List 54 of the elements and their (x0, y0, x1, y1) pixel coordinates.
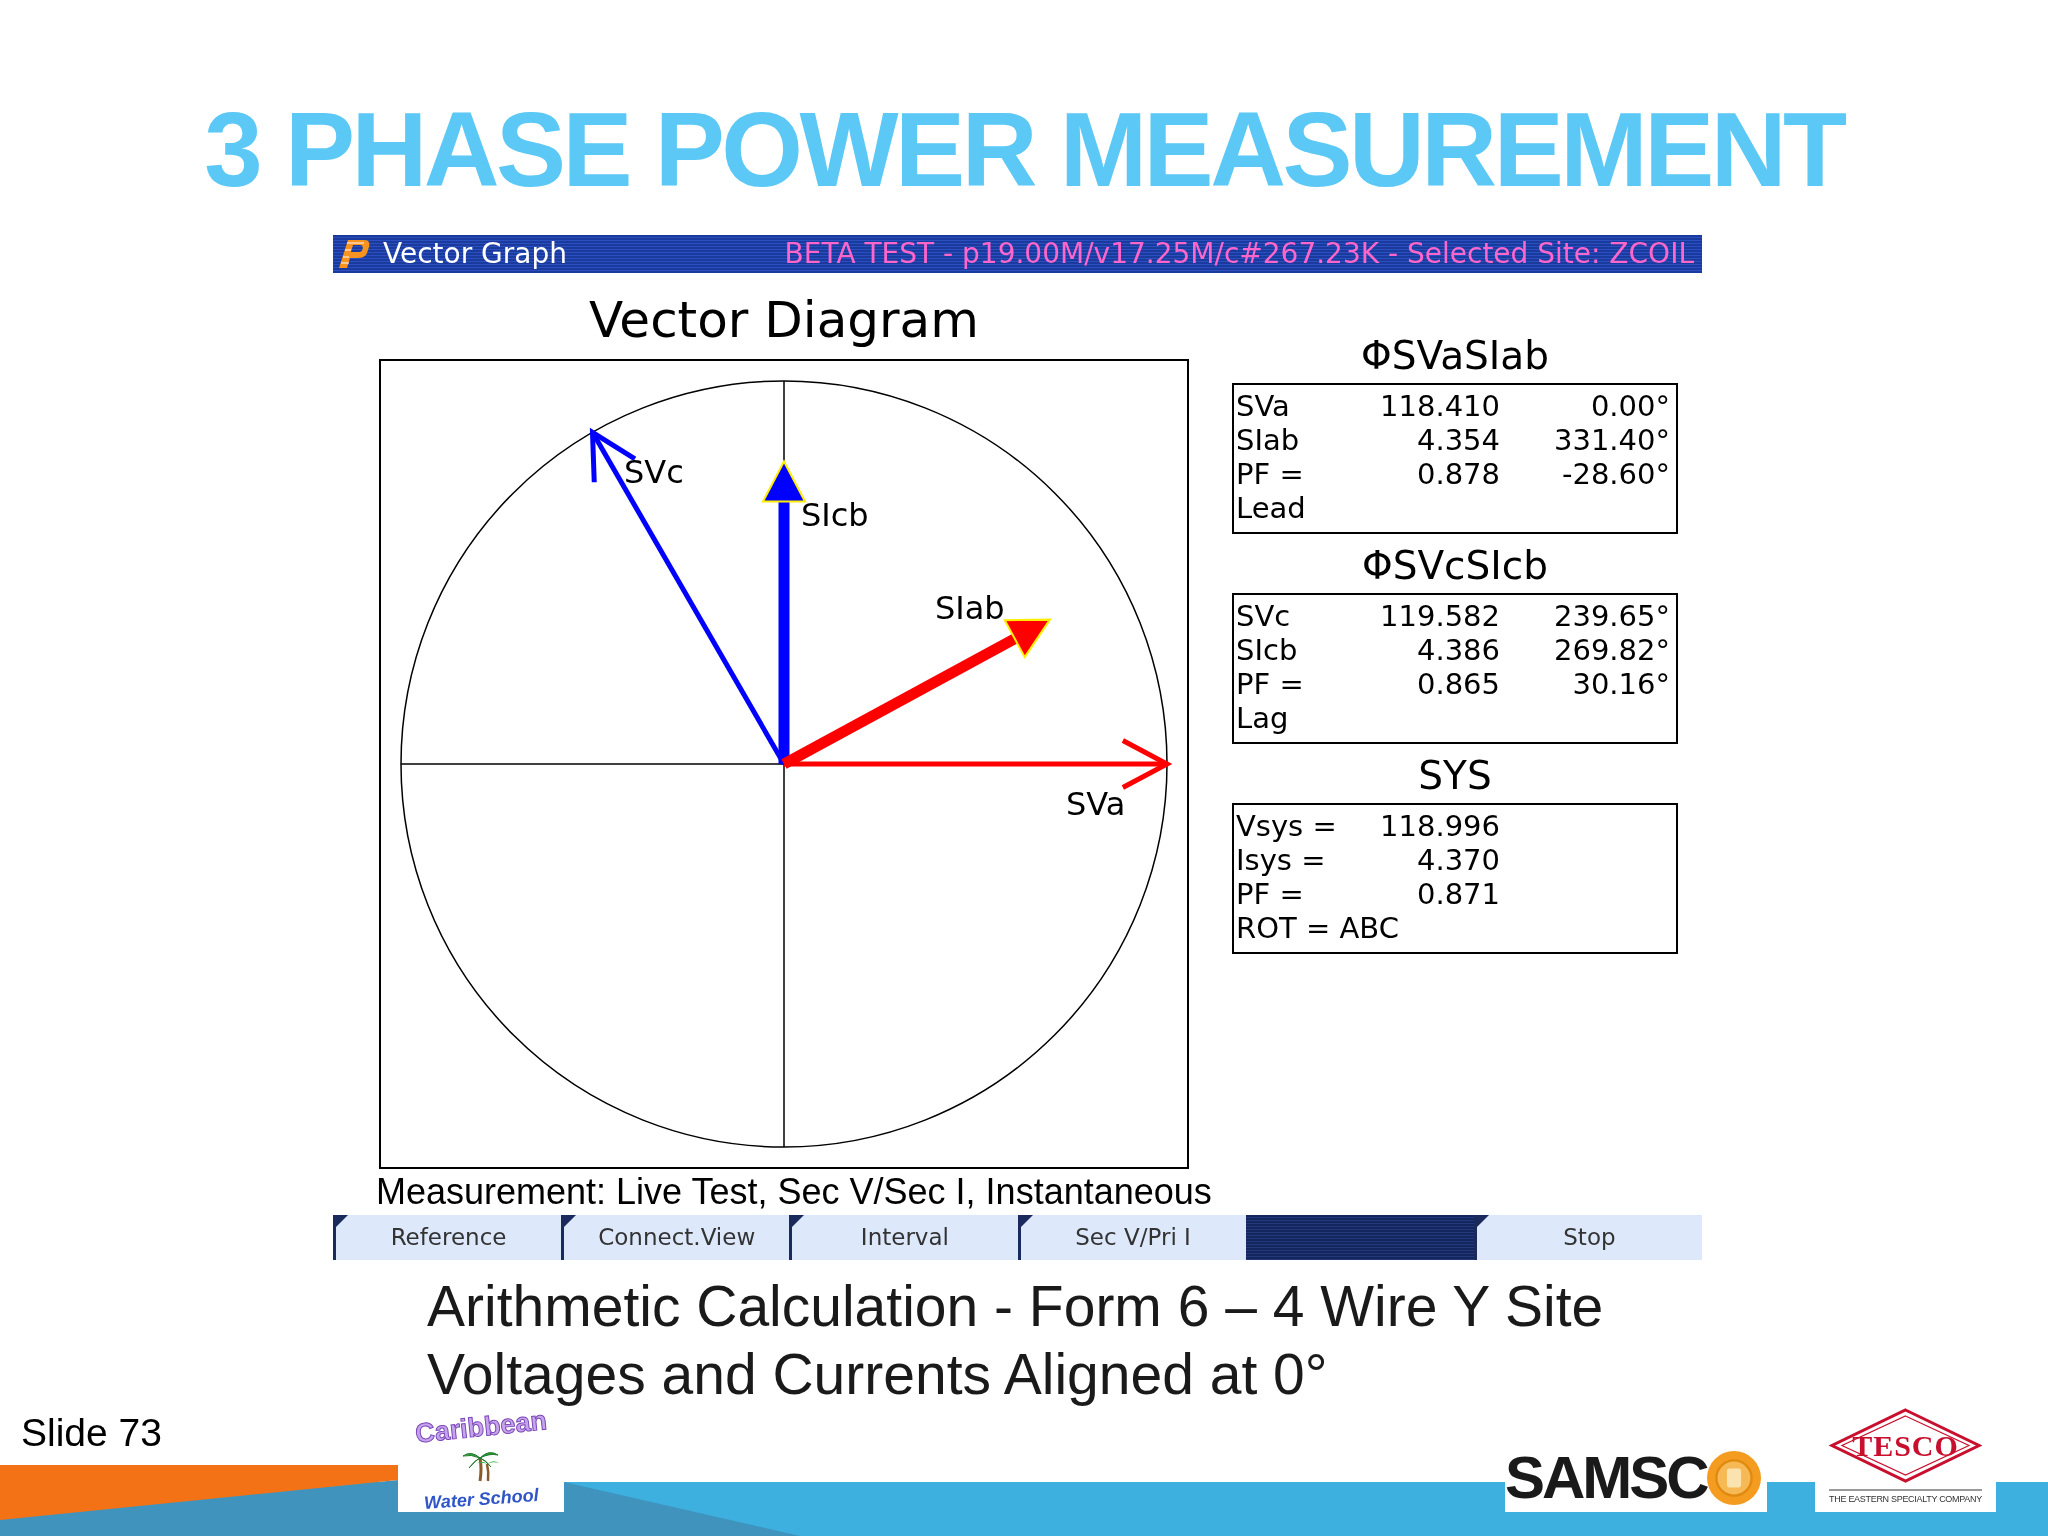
softkey-button[interactable]: Reference (333, 1215, 562, 1260)
readout-cell-text: 118.996 (1379, 809, 1500, 843)
readout-title: ΦSVcSIcb (1361, 542, 1549, 590)
readout-cell-text: 269.82° (1553, 633, 1670, 667)
diagram-title: Vector Diagram (588, 290, 980, 351)
coin-icon (1706, 1451, 1761, 1505)
softkey-button[interactable]: Interval (789, 1215, 1018, 1260)
logo-wordmark: SAMSC (1505, 1447, 1707, 1509)
softkey-button[interactable]: Sec V/Pri I (1017, 1215, 1246, 1260)
softkey-button[interactable]: Connect.View (561, 1215, 790, 1260)
readout-cell-text: PF = (1236, 457, 1305, 491)
logo-text: Caribbean (413, 1405, 549, 1449)
readout-cell-text: 0.871 (1415, 877, 1500, 911)
logo-wordmark: TESCO (1852, 1430, 1959, 1461)
vector-label: SVa (1066, 785, 1126, 823)
vector-label: SVc (624, 453, 684, 491)
app-logo-icon (337, 239, 371, 269)
readout-cell-text: 4.354 (1415, 423, 1500, 457)
readout-cell-text: Isys = (1236, 843, 1327, 877)
logo-text: Water School (423, 1484, 539, 1514)
readout-cell-text: ROT = ABC (1236, 911, 1400, 945)
readout-cell-text: SIab (1236, 423, 1301, 457)
readout-title: ΦSVaSIab (1360, 332, 1550, 380)
softkey-button[interactable]: Stop (1473, 1215, 1702, 1260)
readout-cell-text: -28.60° (1561, 457, 1670, 491)
readout-cell-text: SVa (1236, 389, 1291, 423)
logo-tagline: THE EASTERN SPECIALTY COMPANY (1829, 1489, 1982, 1504)
readout-cell-text: Lead (1236, 491, 1307, 525)
readout-cell-text: 4.386 (1415, 633, 1500, 667)
caption-line: Voltages and Currents Aligned at 0° (427, 1341, 1328, 1408)
readout-cell-text: 239.65° (1553, 599, 1670, 633)
readout-cell-text: PF = (1236, 667, 1305, 701)
vector-label: SIcb (801, 496, 869, 534)
readout-cell-text: 4.370 (1415, 843, 1500, 877)
readout-cell-text: Lag (1236, 701, 1290, 735)
readout-cell-text: SVc (1236, 599, 1292, 633)
readout-cell-text: 331.40° (1553, 423, 1670, 457)
caption-line: Arithmetic Calculation - Form 6 – 4 Wire Y Site (427, 1273, 1604, 1340)
readout-cell-text: 119.582 (1379, 599, 1500, 633)
readout-title: SYS (1417, 752, 1493, 800)
window-status-text: BETA TEST - p19.00M/v17.25M/c#267.23K - Selected Site: ZCOIL (784, 240, 1694, 268)
readout-cell-text: 30.16° (1571, 667, 1670, 701)
vector-label: SIab (935, 589, 1005, 627)
readout-cell-text: 0.00° (1589, 389, 1670, 423)
readout-cell-text: 0.878 (1415, 457, 1500, 491)
slide-number: Slide 73 (21, 1411, 162, 1454)
readout-cell-text: 118.410 (1379, 389, 1500, 423)
measurement-text: Measurement: Live Test, Sec V/Sec I, Instantaneous (376, 1170, 1212, 1214)
readout-cell-text: PF = (1236, 877, 1305, 911)
window-title: Vector Graph (383, 240, 567, 268)
slide-title: 3 PHASE POWER MEASUREMENT (204, 97, 1844, 202)
readout-cell-text: 0.865 (1415, 667, 1500, 701)
readout-cell-text: SIcb (1236, 633, 1299, 667)
readout-cell-text: Vsys = (1236, 809, 1338, 843)
